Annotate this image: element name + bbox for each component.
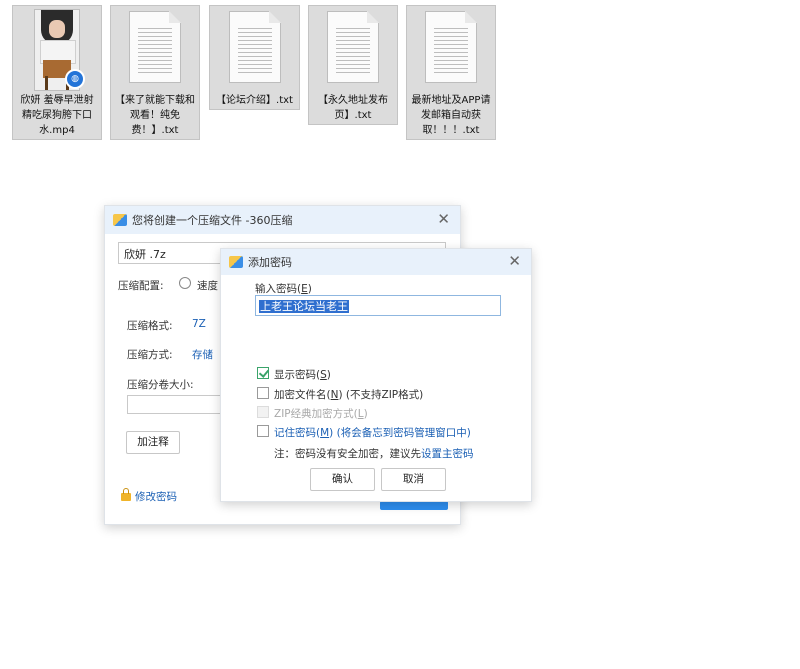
file-name: 【论坛介绍】.txt: [216, 95, 293, 106]
dialog-titlebar: 添加密码 ✕: [221, 249, 531, 275]
password-input[interactable]: 上老王论坛当老王: [255, 295, 501, 316]
file-name: 欣妍 羞辱早泄射精吃尿狗胯下口水.mp4: [20, 95, 94, 136]
split-size-label: 压缩分卷大小:: [127, 379, 194, 391]
file-tile-txt-1[interactable]: 【来了就能下载和观看！纯免费！】.txt: [110, 5, 200, 140]
archive-app-icon: [229, 256, 243, 268]
file-name: 【永久地址发布页】.txt: [318, 95, 388, 121]
file-tile-txt-3[interactable]: 【永久地址发布页】.txt: [308, 5, 398, 125]
security-note: 注：密码没有安全加密，建议先设置主密码: [274, 448, 474, 460]
password-input-label: 输入密码(E): [255, 283, 312, 295]
add-comment-button[interactable]: 加注释: [126, 431, 180, 454]
config-label: 压缩配置:: [118, 280, 164, 292]
zip-classic-checkbox[interactable]: [257, 406, 269, 418]
format-label: 压缩格式:: [127, 320, 173, 332]
show-password-label: 显示密码(S): [274, 369, 331, 381]
set-master-password-link[interactable]: 设置主密码: [421, 448, 474, 460]
method-label: 压缩方式:: [127, 349, 173, 361]
archive-app-icon: [113, 214, 127, 226]
lock-icon: [121, 488, 131, 501]
file-tile-txt-4[interactable]: 最新地址及APP请发邮箱自动获取！！！.txt: [406, 5, 496, 140]
dialog-title: 添加密码: [248, 256, 292, 269]
file-tile-video[interactable]: ◍ 欣妍 羞辱早泄射精吃尿狗胯下口水.mp4: [12, 5, 102, 140]
close-icon[interactable]: ✕: [437, 212, 450, 227]
text-file-icon: [129, 11, 181, 83]
dialog-titlebar: 您将创建一个压缩文件 -360压缩 ✕: [105, 206, 460, 234]
method-value[interactable]: 存储: [192, 347, 213, 362]
speed-radio[interactable]: [179, 277, 191, 289]
add-password-dialog: 添加密码 ✕ 输入密码(E) 上老王论坛当老王 显示密码(S) 加密文件名(N)…: [220, 248, 532, 502]
file-name: 最新地址及APP请发邮箱自动获取！！！.txt: [411, 95, 491, 136]
text-file-icon: [228, 11, 281, 83]
change-password-link[interactable]: 修改密码: [135, 489, 177, 504]
encrypt-filenames-label: 加密文件名(N) (不支持ZIP格式): [274, 389, 424, 401]
file-tile-txt-2[interactable]: 【论坛介绍】.txt: [209, 5, 300, 110]
ok-button[interactable]: 确认: [310, 468, 375, 491]
qq-player-badge-icon: ◍: [65, 69, 85, 89]
file-name: 【来了就能下载和观看！纯免费！】.txt: [115, 95, 195, 136]
remember-password-label: 记住密码(M) (将会备忘到密码管理窗口中): [274, 427, 471, 439]
speed-option-label: 速度: [197, 280, 218, 292]
close-icon[interactable]: ✕: [508, 254, 521, 269]
text-file-icon: [327, 11, 379, 83]
text-file-icon: [425, 11, 477, 83]
zip-classic-label: ZIP经典加密方式(L): [274, 408, 368, 420]
show-password-checkbox[interactable]: [257, 367, 269, 379]
create-button[interactable]: [380, 501, 448, 510]
dialog-title: 您将创建一个压缩文件 -360压缩: [132, 214, 293, 227]
format-value[interactable]: 7Z: [192, 318, 206, 330]
cancel-button[interactable]: 取消: [381, 468, 446, 491]
remember-password-checkbox[interactable]: [257, 425, 269, 437]
encrypt-filenames-checkbox[interactable]: [257, 387, 269, 399]
password-value: 上老王论坛当老王: [259, 300, 349, 313]
